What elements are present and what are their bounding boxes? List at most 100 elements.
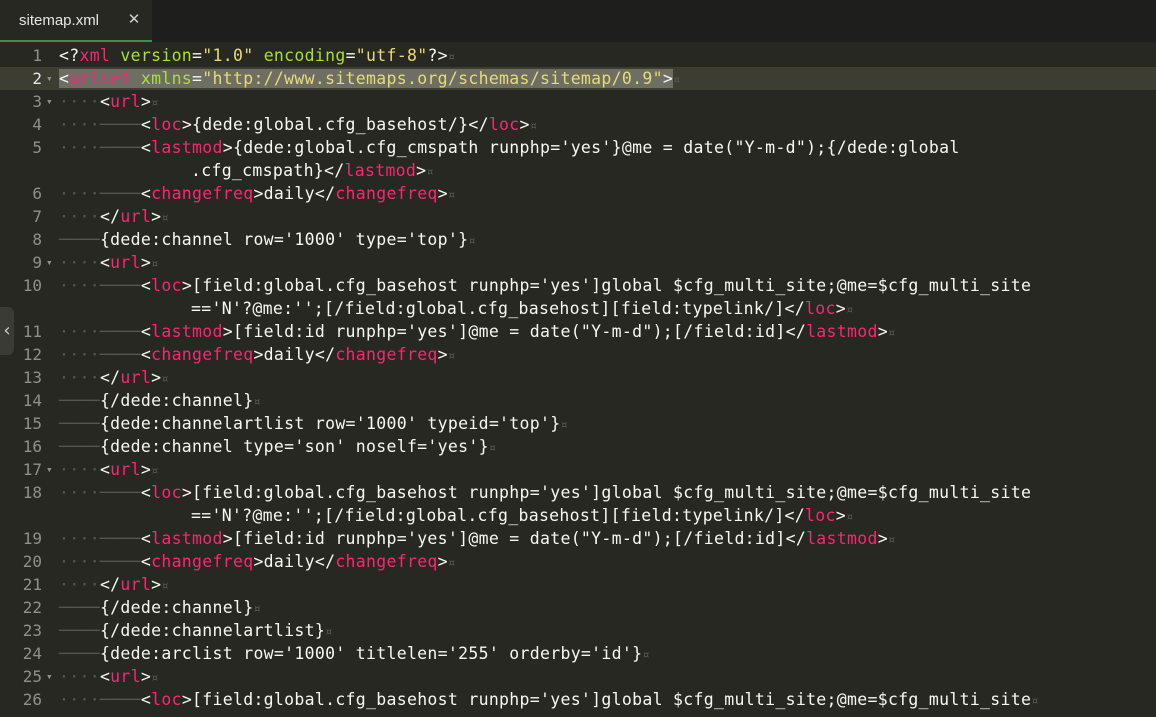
fold-arrow-icon[interactable]: ▾ bbox=[46, 251, 56, 274]
code-text: ────{dede:channel row='1000' type='top'}… bbox=[59, 228, 476, 253]
code-line[interactable]: 14 ────{/dede:channel}¤ bbox=[0, 389, 1156, 412]
code-line[interactable]: 16 ────{dede:channel type='son' noself='y… bbox=[0, 435, 1156, 458]
xml-string: "http://www.sitemaps.org/schemas/sitemap… bbox=[202, 69, 663, 88]
xml-tag-name: lastmod bbox=[344, 161, 417, 180]
code-line[interactable]: 10 ····────<loc>[field:global.cfg_basehos… bbox=[0, 274, 1156, 297]
code-token: < bbox=[140, 483, 152, 502]
fold-arrow-icon[interactable]: ▾ bbox=[46, 90, 56, 113]
close-icon[interactable]: ✕ bbox=[126, 10, 142, 28]
code-editor[interactable]: 1 <?xml version="1.0" encoding="utf-8"?>¤… bbox=[0, 42, 1156, 717]
code-line[interactable]: 9 ▾ ····<url>¤ bbox=[0, 251, 1156, 274]
whitespace-marker: ──── bbox=[59, 391, 100, 410]
line-number: 16 bbox=[22, 437, 42, 456]
whitespace-marker: ──── bbox=[59, 598, 100, 617]
code-token: <? bbox=[59, 46, 80, 65]
code-text: <urlset xmlns="http://www.sitemaps.org/s… bbox=[59, 67, 681, 92]
whitespace-marker: ──── bbox=[59, 437, 100, 456]
code-line[interactable]: 4 ····────<loc>{dede:global.cfg_basehost/… bbox=[0, 113, 1156, 136]
code-token: {dede:channel type='son' noself='yes'} bbox=[99, 437, 489, 456]
tab-title[interactable]: sitemap.xml bbox=[19, 12, 99, 29]
code-line[interactable]: 1 <?xml version="1.0" encoding="utf-8"?>¤ bbox=[0, 44, 1156, 67]
xml-tag-name: lastmod bbox=[151, 529, 223, 548]
tab-sitemap-xml[interactable]: sitemap.xml ✕ bbox=[0, 0, 152, 42]
code-token: > bbox=[519, 115, 530, 134]
line-end-marker-icon: ¤ bbox=[151, 671, 159, 685]
code-line[interactable]: 5 ····────<lastmod>{dede:global.cfg_cmspa… bbox=[0, 136, 1156, 159]
code-line-wrap[interactable]: .cfg_cmspath}</lastmod>¤ bbox=[0, 159, 1156, 182]
code-line[interactable]: 25 ▾ ····<url>¤ bbox=[0, 665, 1156, 688]
code-token: < bbox=[99, 92, 111, 111]
line-number: 25 bbox=[22, 667, 42, 686]
code-token: >daily</ bbox=[253, 184, 336, 203]
fold-arrow-icon[interactable]: ▾ bbox=[46, 458, 56, 481]
code-line[interactable]: 8 ────{dede:channel row='1000' type='top'… bbox=[0, 228, 1156, 251]
code-text: ────{dede:arclist row='1000' titlelen='2… bbox=[59, 642, 650, 667]
code-line[interactable]: 11 ····────<lastmod>[field:id runphp='yes… bbox=[0, 320, 1156, 343]
code-line[interactable]: 18 ····────<loc>[field:global.cfg_basehos… bbox=[0, 481, 1156, 504]
chevron-left-icon[interactable]: ‹ bbox=[0, 307, 14, 355]
code-token: >[field:global.cfg_basehost runphp='yes'… bbox=[181, 276, 1032, 295]
code-line[interactable]: 22 ────{/dede:channel}¤ bbox=[0, 596, 1156, 619]
code-token: {dede:channel row='1000' type='top'} bbox=[99, 230, 469, 249]
code-token: {/dede:channelartlist} bbox=[99, 621, 326, 640]
whitespace-marker: ···· bbox=[59, 460, 100, 479]
code-line[interactable]: 24 ────{dede:arclist row='1000' titlelen=… bbox=[0, 642, 1156, 665]
code-line[interactable]: 17 ▾ ····<url>¤ bbox=[0, 458, 1156, 481]
xml-tag-name: lastmod bbox=[806, 322, 878, 341]
xml-tag-name: loc bbox=[151, 690, 182, 709]
code-line[interactable]: 13 ····</url>¤ bbox=[0, 366, 1156, 389]
line-number: 1 bbox=[32, 46, 42, 65]
xml-tag-name: xml bbox=[79, 46, 111, 65]
code-text: ····────<lastmod>[field:id runphp='yes']… bbox=[59, 527, 895, 552]
line-end-marker-icon: ¤ bbox=[845, 303, 854, 317]
code-token: {/dede:channel} bbox=[99, 391, 254, 410]
xml-tag-name: loc bbox=[805, 299, 836, 318]
code-text: ····────<loc>[field:global.cfg_basehost … bbox=[59, 274, 1031, 297]
code-text: ····────<loc>[field:global.cfg_basehost … bbox=[59, 481, 1031, 504]
code-line[interactable]: 19 ····────<lastmod>[field:id runphp='yes… bbox=[0, 527, 1156, 550]
code-text: ────{/dede:channel}¤ bbox=[59, 389, 261, 414]
code-line-wrap[interactable]: =='N'?@me:'';[/field:global.cfg_basehost… bbox=[0, 504, 1156, 527]
line-number: 3 bbox=[32, 92, 42, 111]
code-line[interactable]: 6 ····────<changefreq>daily</changefreq>¤ bbox=[0, 182, 1156, 205]
code-line[interactable]: 20 ····────<changefreq>daily</changefreq>… bbox=[0, 550, 1156, 573]
line-number: 5 bbox=[32, 138, 42, 157]
code-line-wrap[interactable]: =='N'?@me:'';[/field:global.cfg_basehost… bbox=[0, 297, 1156, 320]
code-line[interactable]: 15 ────{dede:channelartlist row='1000' ty… bbox=[0, 412, 1156, 435]
code-line[interactable]: 3 ▾ ····<url>¤ bbox=[0, 90, 1156, 113]
code-token: < bbox=[99, 253, 111, 272]
code-line[interactable]: 7 ····</url>¤ bbox=[0, 205, 1156, 228]
code-token: {/dede:channel} bbox=[99, 598, 254, 617]
fold-arrow-icon[interactable]: ▾ bbox=[46, 665, 56, 688]
whitespace-marker: ···· bbox=[59, 575, 100, 594]
xml-tag-name: loc bbox=[151, 483, 182, 502]
code-text: ····<url>¤ bbox=[59, 90, 159, 115]
line-end-marker-icon: ¤ bbox=[447, 188, 456, 202]
xml-string: "utf-8" bbox=[355, 46, 428, 65]
code-token: < bbox=[140, 690, 152, 709]
code-token: > bbox=[416, 161, 427, 180]
code-line[interactable]: 21 ····</url>¤ bbox=[0, 573, 1156, 596]
code-text: ────{/dede:channelartlist}¤ bbox=[59, 619, 333, 644]
code-line[interactable]: 2 ▾ <urlset xmlns="http://www.sitemaps.org… bbox=[0, 67, 1156, 90]
code-text: <?xml version="1.0" encoding="utf-8"?>¤ bbox=[59, 44, 455, 69]
xml-string: "1.0" bbox=[202, 46, 254, 65]
code-token: > bbox=[140, 253, 152, 272]
code-token: < bbox=[59, 69, 70, 88]
code-line[interactable]: 12 ····────<changefreq>daily</changefreq>… bbox=[0, 343, 1156, 366]
whitespace-marker: ····──── bbox=[59, 184, 141, 203]
line-end-marker-icon: ¤ bbox=[468, 234, 476, 248]
xml-tag-name: loc bbox=[151, 276, 182, 295]
code-token: </ bbox=[99, 575, 121, 594]
code-token: >{dede:global.cfg_cmspath runphp='yes'}@… bbox=[222, 138, 960, 157]
code-line[interactable]: 23 ────{/dede:channelartlist}¤ bbox=[0, 619, 1156, 642]
code-line[interactable]: 26 ····────<loc>[field:global.cfg_basehos… bbox=[0, 688, 1156, 711]
code-text: ────{dede:channelartlist row='1000' type… bbox=[59, 412, 568, 437]
line-number: 23 bbox=[22, 621, 42, 640]
fold-arrow-icon[interactable]: ▾ bbox=[46, 67, 56, 90]
code-token: < bbox=[140, 345, 152, 364]
code-token: ?> bbox=[427, 46, 448, 65]
